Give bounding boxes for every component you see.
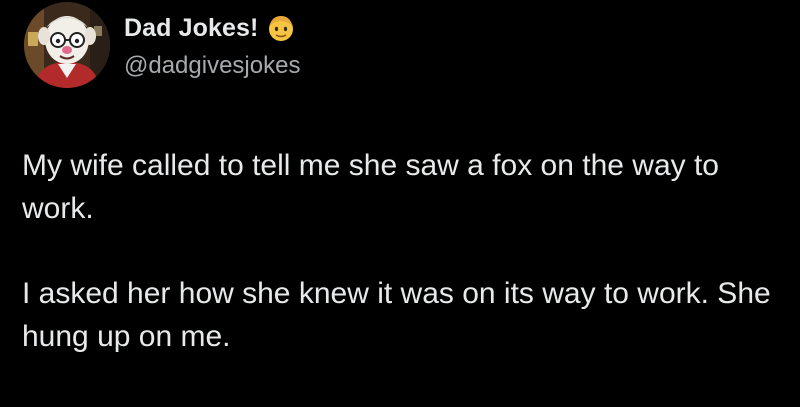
post-body: My wife called to tell me she saw a fox … [22,144,792,358]
author-name-row: Dad Jokes! [124,10,300,46]
tweet: Dad Jokes! @dadgivesjokes My wife called… [0,0,800,407]
post-paragraph: My wife called to tell me she saw a fox … [22,149,719,225]
avatar[interactable] [24,2,110,88]
cartoon-dad-avatar-icon [24,2,110,88]
author-display-name[interactable]: Dad Jokes! [124,14,258,43]
man-face-emoji-icon [269,16,294,41]
author-handle[interactable]: @dadgivesjokes [124,52,300,80]
post-header: Dad Jokes! @dadgivesjokes [124,10,300,80]
post-paragraph: I asked her how she knew it was on its w… [22,277,771,353]
